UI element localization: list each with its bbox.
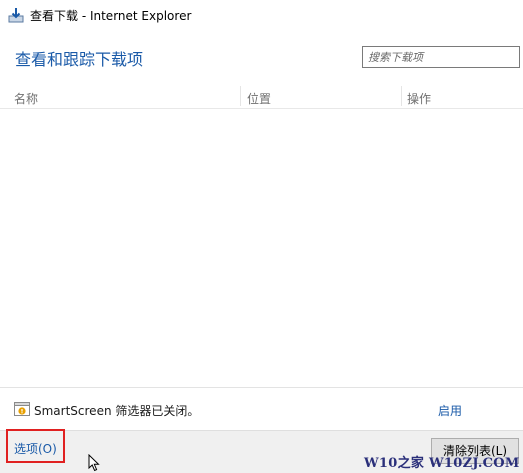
enable-smartscreen-link[interactable]: 启用: [438, 402, 462, 419]
smartscreen-message: SmartScreen 筛选器已关闭。: [34, 404, 200, 418]
watermark: W10之家 W10ZJ.COM: [364, 456, 520, 471]
column-divider[interactable]: [240, 86, 241, 106]
options-link[interactable]: 选项(O): [6, 429, 65, 463]
column-name[interactable]: 名称: [14, 90, 38, 107]
column-location[interactable]: 位置: [247, 90, 271, 107]
column-actions[interactable]: 操作: [407, 90, 431, 107]
shield-warning-icon: [14, 402, 30, 416]
search-input[interactable]: [363, 47, 518, 67]
divider: [0, 387, 523, 388]
page-title: 查看和跟踪下载项: [15, 50, 144, 69]
window-title: 查看下载 - Internet Explorer: [30, 9, 192, 23]
title-bar: 查看下载 - Internet Explorer: [0, 0, 523, 30]
search-box[interactable]: [362, 46, 520, 68]
download-arrow-icon: [8, 8, 24, 23]
options-label[interactable]: 选项(O): [14, 440, 57, 457]
mouse-pointer-icon: [88, 454, 100, 472]
column-divider[interactable]: [401, 86, 402, 106]
download-list: [0, 109, 523, 385]
column-header: 名称 位置 操作: [0, 86, 523, 109]
